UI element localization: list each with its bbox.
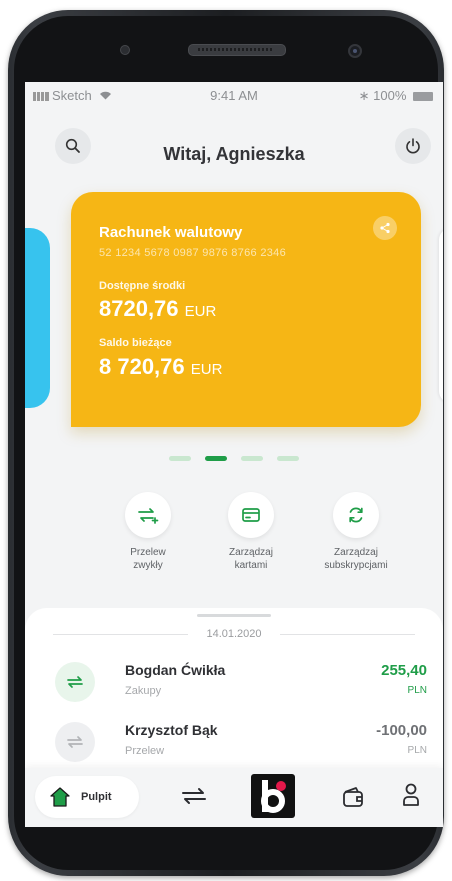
manage-subscriptions-action[interactable]: Zarządzaj subskrypcjami xyxy=(301,492,411,572)
phone-frame: Sketch 9:41 AM ∗ 100% Witaj, Agnieszka R… xyxy=(8,10,444,876)
carousel-dot[interactable] xyxy=(277,456,299,461)
transaction-amount: 255,40 xyxy=(381,662,427,679)
balance-amount: 8 720,76 EUR xyxy=(99,354,223,379)
share-icon xyxy=(380,222,390,234)
transaction-avatar xyxy=(55,722,95,762)
manage-cards-label: Zarządzaj kartami xyxy=(229,547,273,571)
front-camera-icon xyxy=(348,44,362,58)
transfer-in-icon xyxy=(67,676,83,688)
available-funds-amount: 8720,76 EUR xyxy=(99,296,217,321)
manage-cards-action[interactable]: Zarządzaj kartami xyxy=(196,492,306,572)
nav-profile[interactable] xyxy=(401,782,421,813)
account-name: Rachunek walutowy xyxy=(99,224,243,241)
transaction-amount: -100,00 xyxy=(376,722,427,739)
profile-icon xyxy=(403,783,419,806)
nav-blik[interactable] xyxy=(251,774,295,818)
transfer-action-label: Przelew zwykły xyxy=(130,547,166,571)
available-funds-label: Dostępne środki xyxy=(99,280,186,292)
battery-percent: 100% xyxy=(373,88,407,103)
wallet-icon xyxy=(343,787,363,807)
blik-icon xyxy=(261,780,286,813)
balance-label: Saldo bieżące xyxy=(99,337,172,349)
bottom-navigation: Pulpit xyxy=(25,768,443,827)
transfers-icon xyxy=(182,788,206,804)
transaction-avatar xyxy=(55,662,95,702)
transaction-category: Zakupy xyxy=(125,685,162,697)
transaction-name: Bogdan Ćwikła xyxy=(125,662,226,678)
battery-icon xyxy=(413,92,433,102)
card-icon xyxy=(242,508,260,522)
next-account-card[interactable] xyxy=(439,228,443,403)
carousel-dot-active[interactable] xyxy=(205,456,227,461)
transfer-action[interactable]: Przelew zwykły xyxy=(93,492,203,572)
carousel-indicator xyxy=(25,456,443,461)
balance-currency: EUR xyxy=(190,361,223,378)
refresh-icon xyxy=(349,507,363,523)
transaction-currency: PLN xyxy=(407,745,427,756)
sensor-icon xyxy=(120,45,130,55)
share-button[interactable] xyxy=(373,216,397,240)
carousel-dot[interactable] xyxy=(169,456,191,461)
transaction-category: Przelew xyxy=(125,745,165,757)
app-screen: Sketch 9:41 AM ∗ 100% Witaj, Agnieszka R… xyxy=(25,82,443,827)
nav-wallet[interactable] xyxy=(341,786,365,813)
account-card[interactable]: Rachunek walutowy 52 1234 5678 0987 9876… xyxy=(71,192,421,427)
power-icon xyxy=(406,138,420,154)
carousel-dot[interactable] xyxy=(241,456,263,461)
drag-handle[interactable] xyxy=(197,614,271,617)
status-bar: Sketch 9:41 AM ∗ 100% xyxy=(25,82,443,108)
nav-transfers[interactable] xyxy=(180,786,208,811)
home-icon xyxy=(50,787,70,807)
manage-subscriptions-label: Zarządzaj subskrypcjami xyxy=(324,547,388,571)
transaction-name: Krzysztof Bąk xyxy=(125,722,218,738)
transaction-row[interactable]: Krzysztof Bąk Przelew -100,00 PLN xyxy=(25,716,443,776)
transfer-out-icon xyxy=(67,736,83,748)
logout-button[interactable] xyxy=(395,128,431,164)
nav-home-label: Pulpit xyxy=(81,791,112,803)
nav-home[interactable]: Pulpit xyxy=(35,776,139,818)
transaction-row[interactable]: Bogdan Ćwikła Zakupy 255,40 PLN xyxy=(25,656,443,716)
available-funds-currency: EUR xyxy=(184,303,217,320)
transaction-currency: PLN xyxy=(407,685,427,696)
account-number: 52 1234 5678 0987 9876 8766 2346 xyxy=(99,247,286,259)
transfer-plus-icon xyxy=(138,508,159,524)
greeting-title: Witaj, Agnieszka xyxy=(163,144,305,164)
previous-account-card[interactable] xyxy=(25,228,50,408)
bluetooth-icon: ∗ xyxy=(358,88,370,103)
